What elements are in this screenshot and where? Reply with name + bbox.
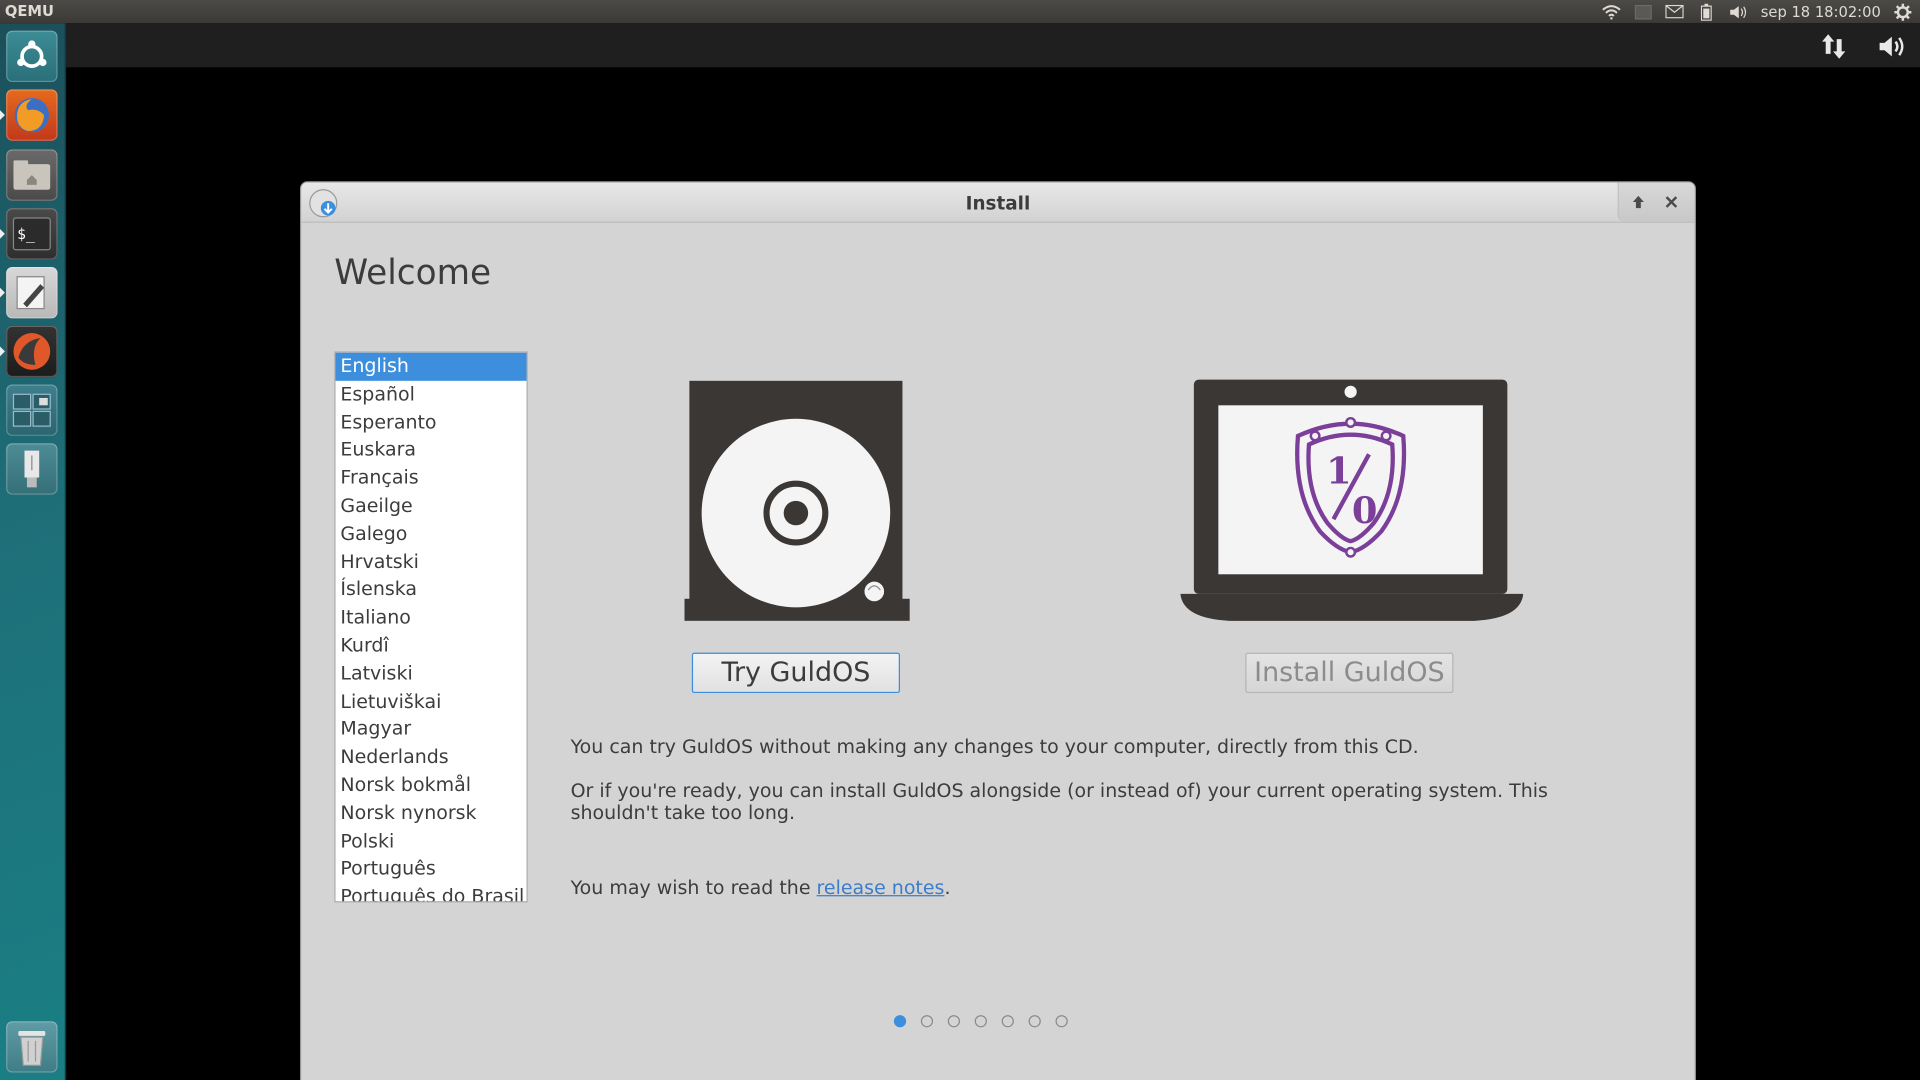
wifi-icon[interactable] bbox=[1602, 3, 1622, 20]
page-indicator bbox=[893, 1015, 1068, 1028]
folder-icon bbox=[13, 160, 51, 190]
window-title: Install bbox=[965, 192, 1031, 215]
laptop-icon: 1 0 bbox=[1180, 379, 1524, 621]
svg-text:1: 1 bbox=[1326, 450, 1352, 493]
usb-drive-button[interactable] bbox=[6, 443, 58, 495]
language-item[interactable]: Gaeilge bbox=[336, 492, 527, 520]
language-item[interactable]: Polski bbox=[336, 827, 527, 855]
close-icon[interactable] bbox=[1662, 192, 1682, 212]
text-editor-icon bbox=[16, 276, 45, 310]
keyboard-icon[interactable] bbox=[1633, 3, 1653, 20]
language-item[interactable]: Hrvatski bbox=[336, 548, 527, 576]
files-button[interactable] bbox=[6, 149, 58, 201]
firefox-button[interactable] bbox=[0, 89, 58, 141]
release-notes-suffix: . bbox=[944, 876, 951, 899]
language-item[interactable]: Esperanto bbox=[336, 408, 527, 436]
page-dot bbox=[947, 1015, 961, 1028]
try-description: You can try GuldOS without making any ch… bbox=[570, 735, 1419, 758]
try-button[interactable]: Try GuldOS bbox=[691, 652, 901, 694]
page-dot bbox=[1001, 1015, 1014, 1028]
page-heading: Welcome bbox=[334, 252, 492, 293]
text-editor-button[interactable] bbox=[0, 266, 58, 319]
network-transfer-icon[interactable] bbox=[1820, 33, 1849, 60]
usb-drive-icon bbox=[24, 450, 40, 488]
page-dot bbox=[1028, 1015, 1041, 1028]
app-title: QEMU bbox=[4, 2, 54, 20]
language-item[interactable]: Íslenska bbox=[336, 576, 527, 604]
laptop-illustration: 1 0 bbox=[1180, 378, 1524, 630]
trash-icon bbox=[18, 1031, 46, 1066]
language-item[interactable]: English bbox=[335, 352, 527, 381]
cd-drive-icon bbox=[684, 380, 910, 621]
dash-home-button[interactable] bbox=[6, 30, 58, 83]
volume-icon[interactable] bbox=[1729, 3, 1749, 20]
page-dot bbox=[893, 1015, 907, 1028]
language-item[interactable]: Euskara bbox=[336, 436, 527, 464]
guest-top-panel bbox=[64, 23, 1920, 68]
language-item[interactable]: Norsk nynorsk bbox=[336, 799, 527, 827]
svg-text:0: 0 bbox=[1352, 489, 1378, 532]
terminal-button[interactable]: $_ bbox=[0, 208, 58, 260]
workspaces-button[interactable] bbox=[6, 384, 58, 436]
language-item[interactable]: Nederlands bbox=[336, 743, 527, 771]
language-item[interactable]: Norsk bokmål bbox=[336, 771, 527, 799]
installer-button[interactable] bbox=[0, 325, 58, 378]
running-indicator bbox=[0, 346, 5, 357]
trash-button[interactable] bbox=[6, 1021, 58, 1073]
workspace-switcher-icon bbox=[12, 393, 51, 427]
running-indicator bbox=[0, 287, 5, 298]
language-item[interactable]: Latviski bbox=[336, 660, 527, 688]
launcher: $_ bbox=[0, 23, 67, 1080]
clock[interactable]: sep 18 18:02:00 bbox=[1761, 3, 1881, 20]
language-item[interactable]: Galego bbox=[336, 520, 527, 548]
battery-icon[interactable] bbox=[1697, 3, 1717, 21]
system-top-bar: QEMU sep 18 18:02:00 bbox=[0, 0, 1920, 24]
running-indicator bbox=[0, 110, 5, 121]
page-dot bbox=[974, 1015, 987, 1028]
window-controls bbox=[1617, 182, 1695, 222]
language-list[interactable]: English Español Esperanto Euskara França… bbox=[334, 351, 528, 903]
language-item[interactable]: Français bbox=[336, 464, 527, 492]
volume-icon[interactable] bbox=[1877, 33, 1906, 60]
gear-icon[interactable] bbox=[1893, 3, 1913, 21]
language-item[interactable]: Kurdî bbox=[336, 632, 527, 660]
installer-window: Install Welcome English Español Esperant… bbox=[300, 181, 1696, 1080]
language-item[interactable]: Lietuviškai bbox=[336, 688, 527, 716]
release-notes-link[interactable]: release notes bbox=[817, 877, 945, 899]
language-item[interactable]: Magyar bbox=[336, 716, 527, 744]
ubuntu-logo-icon bbox=[17, 40, 47, 68]
cd-illustration bbox=[684, 378, 910, 628]
terminal-icon: $_ bbox=[12, 217, 51, 251]
window-titlebar[interactable]: Install bbox=[301, 182, 1695, 223]
running-indicator bbox=[0, 228, 5, 239]
page-dot bbox=[920, 1015, 934, 1028]
language-item[interactable]: Español bbox=[336, 381, 527, 409]
page-dot bbox=[1055, 1015, 1068, 1028]
installer-icon bbox=[13, 333, 51, 370]
language-item[interactable]: Italiano bbox=[336, 604, 527, 632]
mail-icon[interactable] bbox=[1665, 3, 1685, 20]
language-item[interactable]: Português do Brasil bbox=[336, 883, 527, 901]
svg-text:$_: $_ bbox=[17, 226, 35, 243]
firefox-icon bbox=[14, 97, 49, 133]
language-item[interactable]: Português bbox=[336, 855, 527, 883]
release-notes-line: You may wish to read the release notes. bbox=[571, 877, 951, 899]
install-button[interactable]: Install GuldOS bbox=[1245, 652, 1454, 694]
release-notes-prefix: You may wish to read the bbox=[570, 876, 817, 899]
system-tray: sep 18 18:02:00 bbox=[1602, 0, 1913, 23]
install-description: Or if you're ready, you can install Guld… bbox=[570, 780, 1548, 825]
maximize-icon[interactable] bbox=[1629, 192, 1649, 212]
